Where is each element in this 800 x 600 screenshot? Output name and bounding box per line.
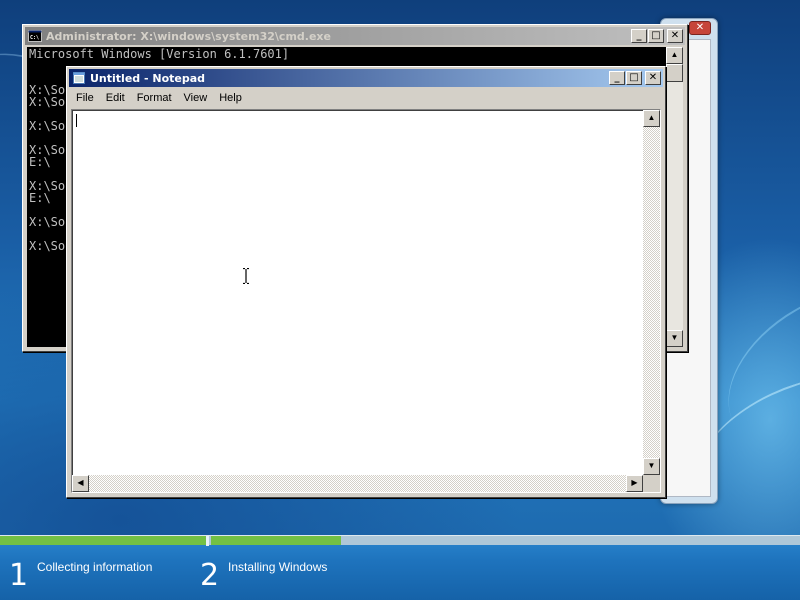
notepad-maximize-button[interactable]: □ [626, 71, 642, 85]
scroll-up-icon[interactable]: ▲ [643, 110, 660, 127]
console-icon: C:\ [28, 30, 42, 42]
notepad-minimize-button[interactable]: _ [609, 71, 625, 85]
menu-edit[interactable]: Edit [101, 92, 130, 104]
notepad-menubar: File Edit Format View Help [69, 89, 663, 107]
scroll-up-icon[interactable]: ▲ [666, 47, 683, 64]
menu-view[interactable]: View [179, 92, 213, 104]
cmd-titlebar[interactable]: C:\ Administrator: X:\windows\system32\c… [25, 27, 685, 45]
step-number: 1 [9, 558, 29, 593]
scrollbar-corner [643, 475, 660, 492]
step-number: 2 [200, 558, 220, 593]
notepad-window[interactable]: Untitled - Notepad _ □ ✕ File Edit Forma… [66, 66, 666, 498]
menu-help[interactable]: Help [214, 92, 247, 104]
notepad-close-button[interactable]: ✕ [645, 71, 661, 85]
menu-file[interactable]: File [71, 92, 99, 104]
step-label: Collecting information [37, 560, 153, 574]
notepad-horizontal-scrollbar[interactable]: ◀ ▶ [72, 475, 643, 492]
progress-step2-fill [211, 536, 341, 545]
progress-step1-fill [0, 536, 206, 545]
notepad-vertical-scrollbar[interactable]: ▲ ▼ [643, 110, 660, 475]
setup-close-button[interactable]: ✕ [689, 21, 711, 35]
scroll-right-icon[interactable]: ▶ [626, 475, 643, 492]
scroll-down-icon[interactable]: ▼ [643, 458, 660, 475]
cmd-scroll-thumb[interactable] [666, 64, 683, 82]
step-label: Installing Windows [228, 560, 328, 574]
scroll-down-icon[interactable]: ▼ [666, 330, 683, 347]
cmd-maximize-button[interactable]: □ [648, 29, 664, 43]
desktop-background: ✕ C:\ Administrator: X:\windows\system32… [0, 0, 800, 535]
text-cursor-icon [243, 268, 249, 284]
progress-divider [206, 536, 209, 546]
notepad-text-area[interactable]: ▲ ▼ ◀ ▶ [71, 109, 661, 493]
svg-text:C:\: C:\ [30, 35, 39, 41]
cmd-close-button[interactable]: ✕ [667, 29, 683, 43]
notepad-titlebar[interactable]: Untitled - Notepad _ □ ✕ [69, 69, 663, 87]
menu-format[interactable]: Format [132, 92, 177, 104]
cmd-minimize-button[interactable]: _ [631, 29, 647, 43]
cmd-scrollbar[interactable]: ▲ ▼ [666, 47, 683, 347]
notepad-title: Untitled - Notepad [90, 71, 206, 85]
setup-progress-strip: 1 Collecting information 2 Installing Wi… [0, 535, 800, 600]
progress-track [0, 535, 800, 546]
text-caret [76, 114, 77, 127]
cmd-title: Administrator: X:\windows\system32\cmd.e… [46, 29, 331, 43]
scroll-left-icon[interactable]: ◀ [72, 475, 89, 492]
notepad-icon [73, 72, 85, 84]
